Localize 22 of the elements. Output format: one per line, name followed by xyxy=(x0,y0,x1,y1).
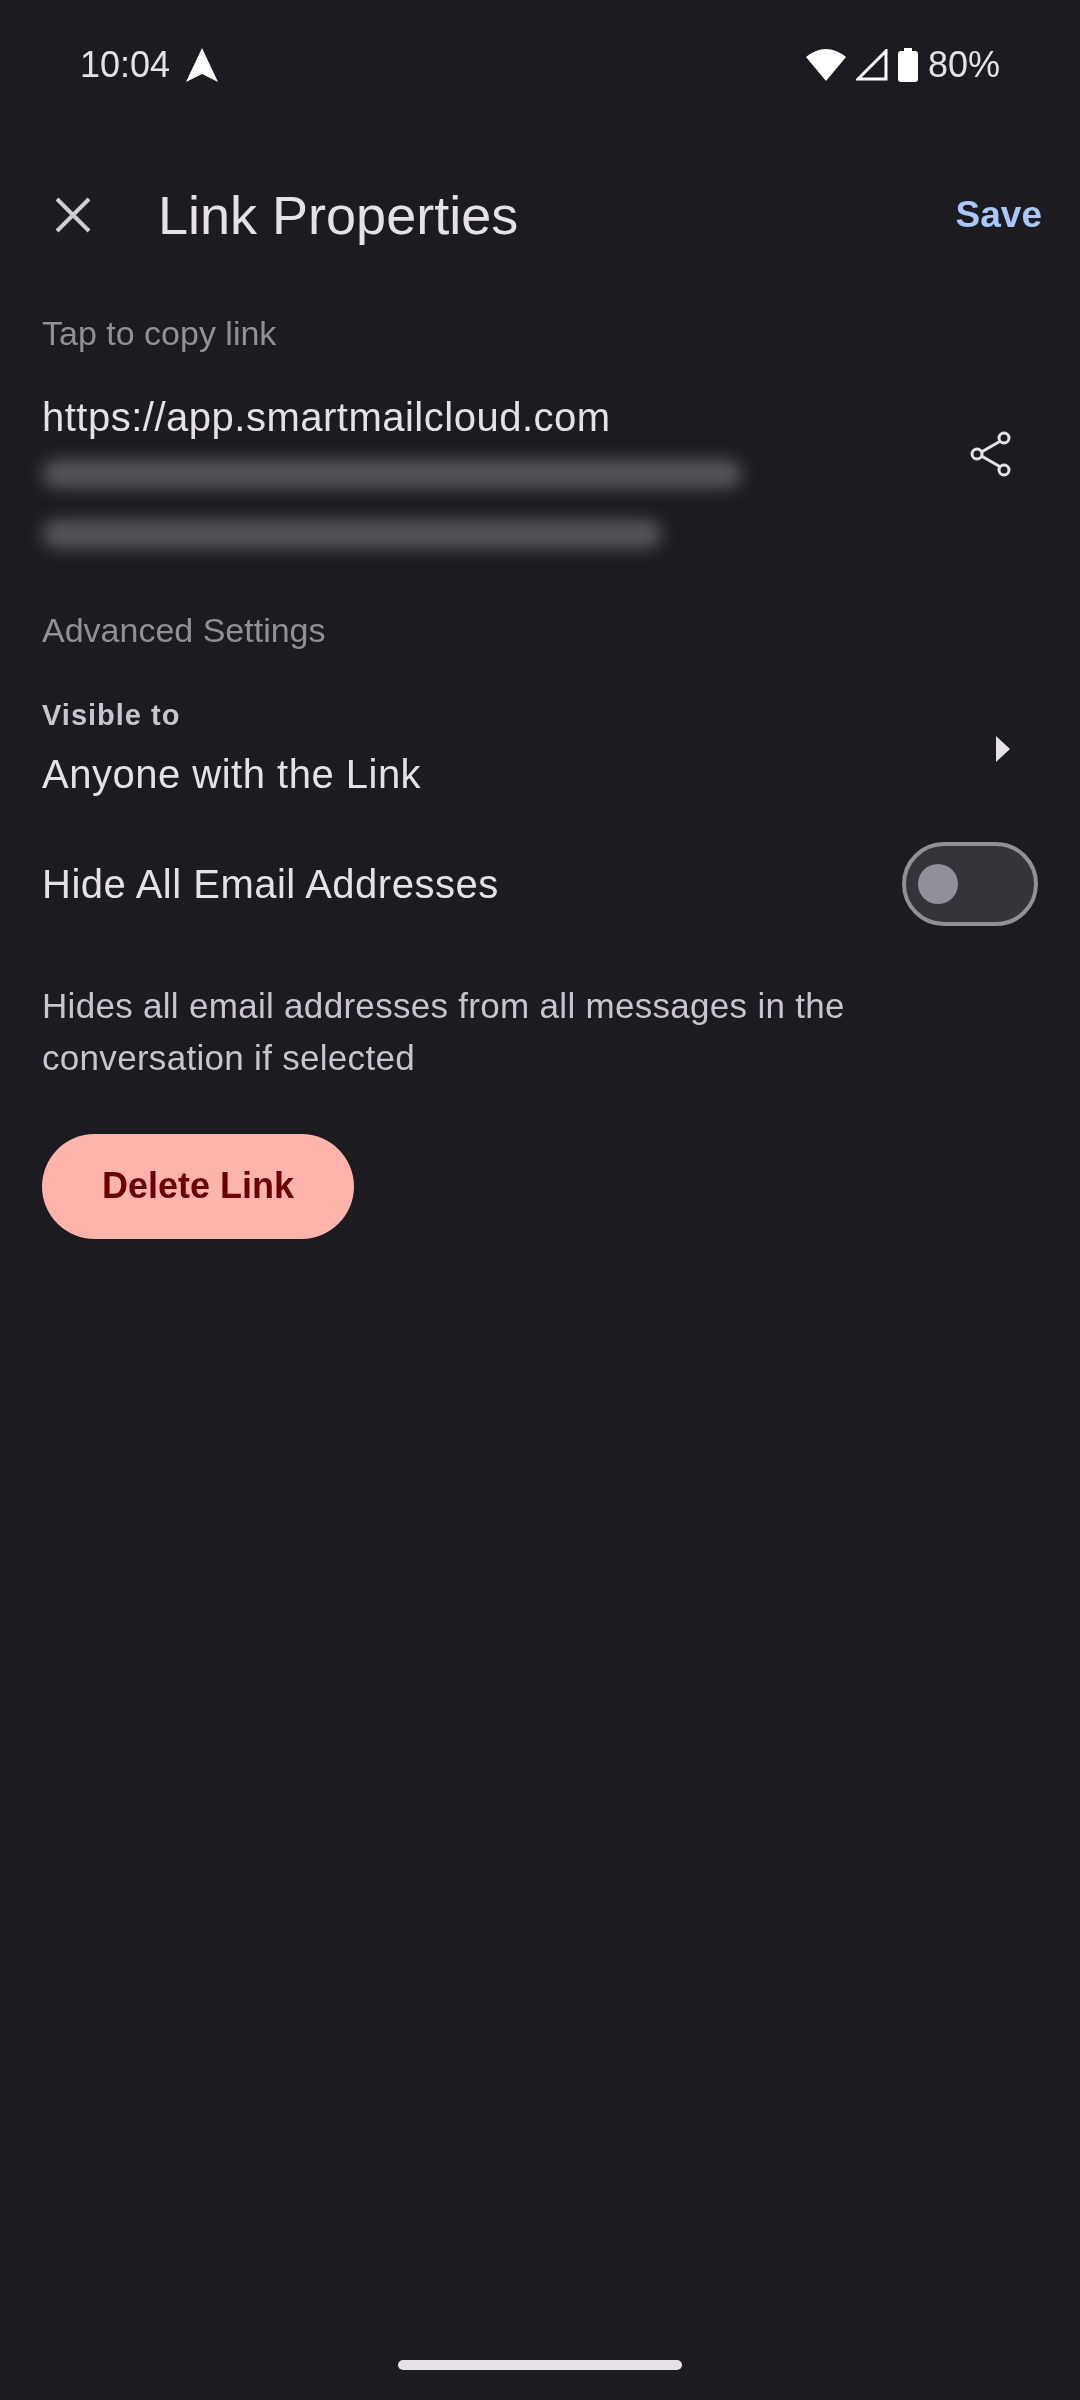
delete-link-button[interactable]: Delete Link xyxy=(42,1133,354,1239)
setting-label: Visible to xyxy=(42,698,182,733)
navigation-icon xyxy=(186,48,219,82)
battery-icon xyxy=(897,48,918,82)
clock: 10:04 xyxy=(80,43,171,87)
link-field[interactable]: https://app.smartmailcloud.com xyxy=(42,389,1038,549)
screen-title: Link Properties xyxy=(158,183,520,247)
wifi-icon xyxy=(805,49,846,81)
setting-description: Hides all email addresses from all messages in the conversation if selected xyxy=(42,984,846,1079)
save-button[interactable]: Save xyxy=(949,187,1048,243)
close-icon xyxy=(53,195,93,235)
visibility-row[interactable]: Visible to Anyone with the Link xyxy=(42,694,1038,804)
section-label: Tap to copy link xyxy=(42,313,278,354)
share-button[interactable] xyxy=(970,431,1012,477)
setting-value: Anyone with the Link xyxy=(42,750,423,798)
battery-percent: 80% xyxy=(927,43,1000,87)
signal-icon xyxy=(855,49,888,81)
section-heading: Advanced Settings xyxy=(42,610,327,651)
share-icon xyxy=(970,431,1012,477)
link-url: https://app.smartmailcloud.com xyxy=(42,394,612,441)
caret-icon xyxy=(996,735,1010,762)
setting-label: Hide All Email Addresses xyxy=(42,860,499,908)
